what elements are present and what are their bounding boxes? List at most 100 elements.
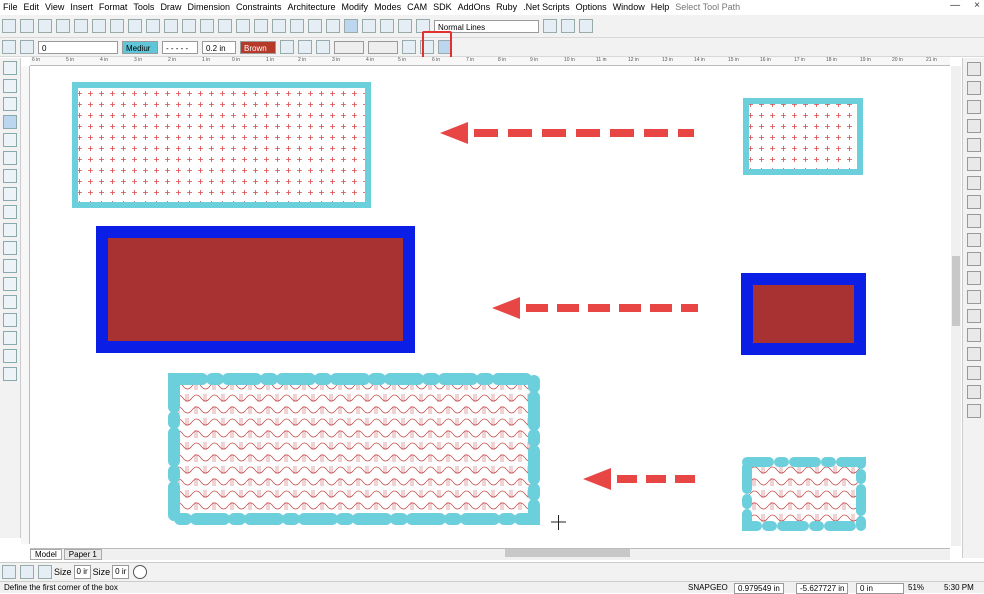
gear-icon[interactable]: [2, 40, 16, 54]
dimension-tool-icon[interactable]: [3, 349, 17, 363]
settings-icon[interactable]: [3, 313, 17, 327]
menu-file[interactable]: File: [0, 2, 21, 12]
circle-option-icon[interactable]: [133, 565, 148, 579]
pattern-small-box[interactable]: [742, 457, 866, 531]
menu-cam[interactable]: CAM: [404, 2, 430, 12]
crosshatch-large-box[interactable]: [72, 82, 371, 208]
zoom-out-icon[interactable]: [200, 19, 214, 33]
offset-input[interactable]: 0.2 in: [202, 40, 236, 54]
menu-view[interactable]: View: [42, 2, 67, 12]
3d-icon[interactable]: [3, 223, 17, 237]
3d-box-icon[interactable]: [398, 19, 412, 33]
trim-icon[interactable]: [967, 214, 981, 228]
line-icon[interactable]: [3, 97, 17, 111]
filled-small-box[interactable]: [741, 273, 866, 355]
close-icon[interactable]: ×: [974, 0, 980, 11]
select-icon[interactable]: [308, 19, 322, 33]
edit-point-icon[interactable]: [3, 79, 17, 93]
snap-icon[interactable]: [344, 19, 358, 33]
image-icon[interactable]: [3, 367, 17, 381]
paste-icon[interactable]: [110, 19, 124, 33]
save-icon[interactable]: [38, 19, 52, 33]
menu-ruby[interactable]: Ruby: [493, 2, 520, 12]
folder-icon[interactable]: [380, 19, 394, 33]
edit-shape-icon[interactable]: [967, 309, 981, 323]
size-x-input[interactable]: 0 ir: [73, 565, 91, 579]
wand-icon[interactable]: [2, 565, 16, 579]
transform-icon[interactable]: [3, 331, 17, 345]
layer-select[interactable]: 0: [38, 40, 118, 54]
rectangle-icon[interactable]: [3, 115, 17, 129]
grid-size-icon[interactable]: [38, 565, 52, 579]
printer-icon[interactable]: [20, 40, 34, 54]
extend-icon[interactable]: [967, 233, 981, 247]
line-weight-select[interactable]: Mediur: [122, 40, 158, 54]
y-coordinate-field[interactable]: -5.627727 in: [796, 583, 849, 594]
menu-modify[interactable]: Modify: [339, 2, 372, 12]
drawing-canvas[interactable]: [30, 66, 950, 546]
arc-icon[interactable]: [3, 151, 17, 165]
size-y-input[interactable]: 0 ir: [112, 565, 130, 579]
blank-select-2[interactable]: [368, 40, 398, 54]
tab-paper[interactable]: Paper 1: [63, 549, 102, 560]
geo-toggle[interactable]: GEO: [710, 582, 728, 593]
circle-icon[interactable]: [3, 133, 17, 147]
pan-icon[interactable]: [254, 19, 268, 33]
scale-icon[interactable]: [967, 271, 981, 285]
duplicate-icon[interactable]: [967, 119, 981, 133]
menu-format[interactable]: Format: [96, 2, 131, 12]
pen-tool-icon[interactable]: [967, 81, 981, 95]
pointer-icon[interactable]: [362, 19, 376, 33]
vertical-scrollbar[interactable]: [951, 66, 961, 546]
nodes-icon[interactable]: [967, 404, 981, 418]
book-icon[interactable]: [561, 19, 575, 33]
color-select[interactable]: Brown: [240, 40, 276, 54]
offset-tool-icon[interactable]: [967, 176, 981, 190]
zoom-in-icon[interactable]: [182, 19, 196, 33]
zoom-window-icon[interactable]: [218, 19, 232, 33]
cylinder-icon[interactable]: [967, 290, 981, 304]
help-icon[interactable]: [543, 19, 557, 33]
point-icon[interactable]: [3, 169, 17, 183]
menu-modes[interactable]: Modes: [371, 2, 404, 12]
horizontal-scroll-thumb[interactable]: [505, 549, 630, 557]
vertical-scroll-thumb[interactable]: [952, 256, 960, 326]
menu-architecture[interactable]: Architecture: [285, 2, 339, 12]
funnel-icon[interactable]: [967, 328, 981, 342]
pattern-large-box[interactable]: [168, 373, 540, 525]
zoom-previous-icon[interactable]: [290, 19, 304, 33]
menu-draw[interactable]: Draw: [157, 2, 184, 12]
menu-dimension[interactable]: Dimension: [184, 2, 233, 12]
dash-style-select[interactable]: - - - - -: [162, 40, 198, 54]
sphere-icon[interactable]: [3, 241, 17, 255]
pen-icon[interactable]: [402, 40, 416, 54]
rotate-tool-icon[interactable]: [967, 138, 981, 152]
dimension-icon[interactable]: [316, 40, 330, 54]
mirror-icon[interactable]: [967, 157, 981, 171]
grid-icon[interactable]: [326, 19, 340, 33]
menu-help[interactable]: Help: [648, 2, 673, 12]
snap-toggle[interactable]: SNAP: [688, 582, 710, 593]
hatch-icon[interactable]: [280, 40, 294, 54]
solid-icon[interactable]: [3, 259, 17, 273]
menu-options[interactable]: Options: [573, 2, 610, 12]
menu-addons[interactable]: AddOns: [455, 2, 494, 12]
cube-icon[interactable]: [967, 366, 981, 380]
redo-icon[interactable]: [164, 19, 178, 33]
menu-sdk[interactable]: SDK: [430, 2, 455, 12]
stretch-icon[interactable]: [967, 252, 981, 266]
zoom-extents-icon[interactable]: [236, 19, 250, 33]
new-file-icon[interactable]: [2, 19, 16, 33]
crosshatch-small-box[interactable]: [743, 98, 863, 175]
z-coordinate-field[interactable]: 0 in: [856, 583, 904, 594]
menu-edit[interactable]: Edit: [21, 2, 43, 12]
menu-window[interactable]: Window: [610, 2, 648, 12]
edit-tool-icon[interactable]: [967, 100, 981, 114]
email-icon[interactable]: [579, 19, 593, 33]
open-folder-icon[interactable]: [20, 19, 34, 33]
pattern-icon[interactable]: [298, 40, 312, 54]
menu-constraints[interactable]: Constraints: [233, 2, 285, 12]
x-coordinate-field[interactable]: 0.979549 in: [734, 583, 784, 594]
copy-icon[interactable]: [92, 19, 106, 33]
select-arrow-icon[interactable]: [3, 61, 17, 75]
